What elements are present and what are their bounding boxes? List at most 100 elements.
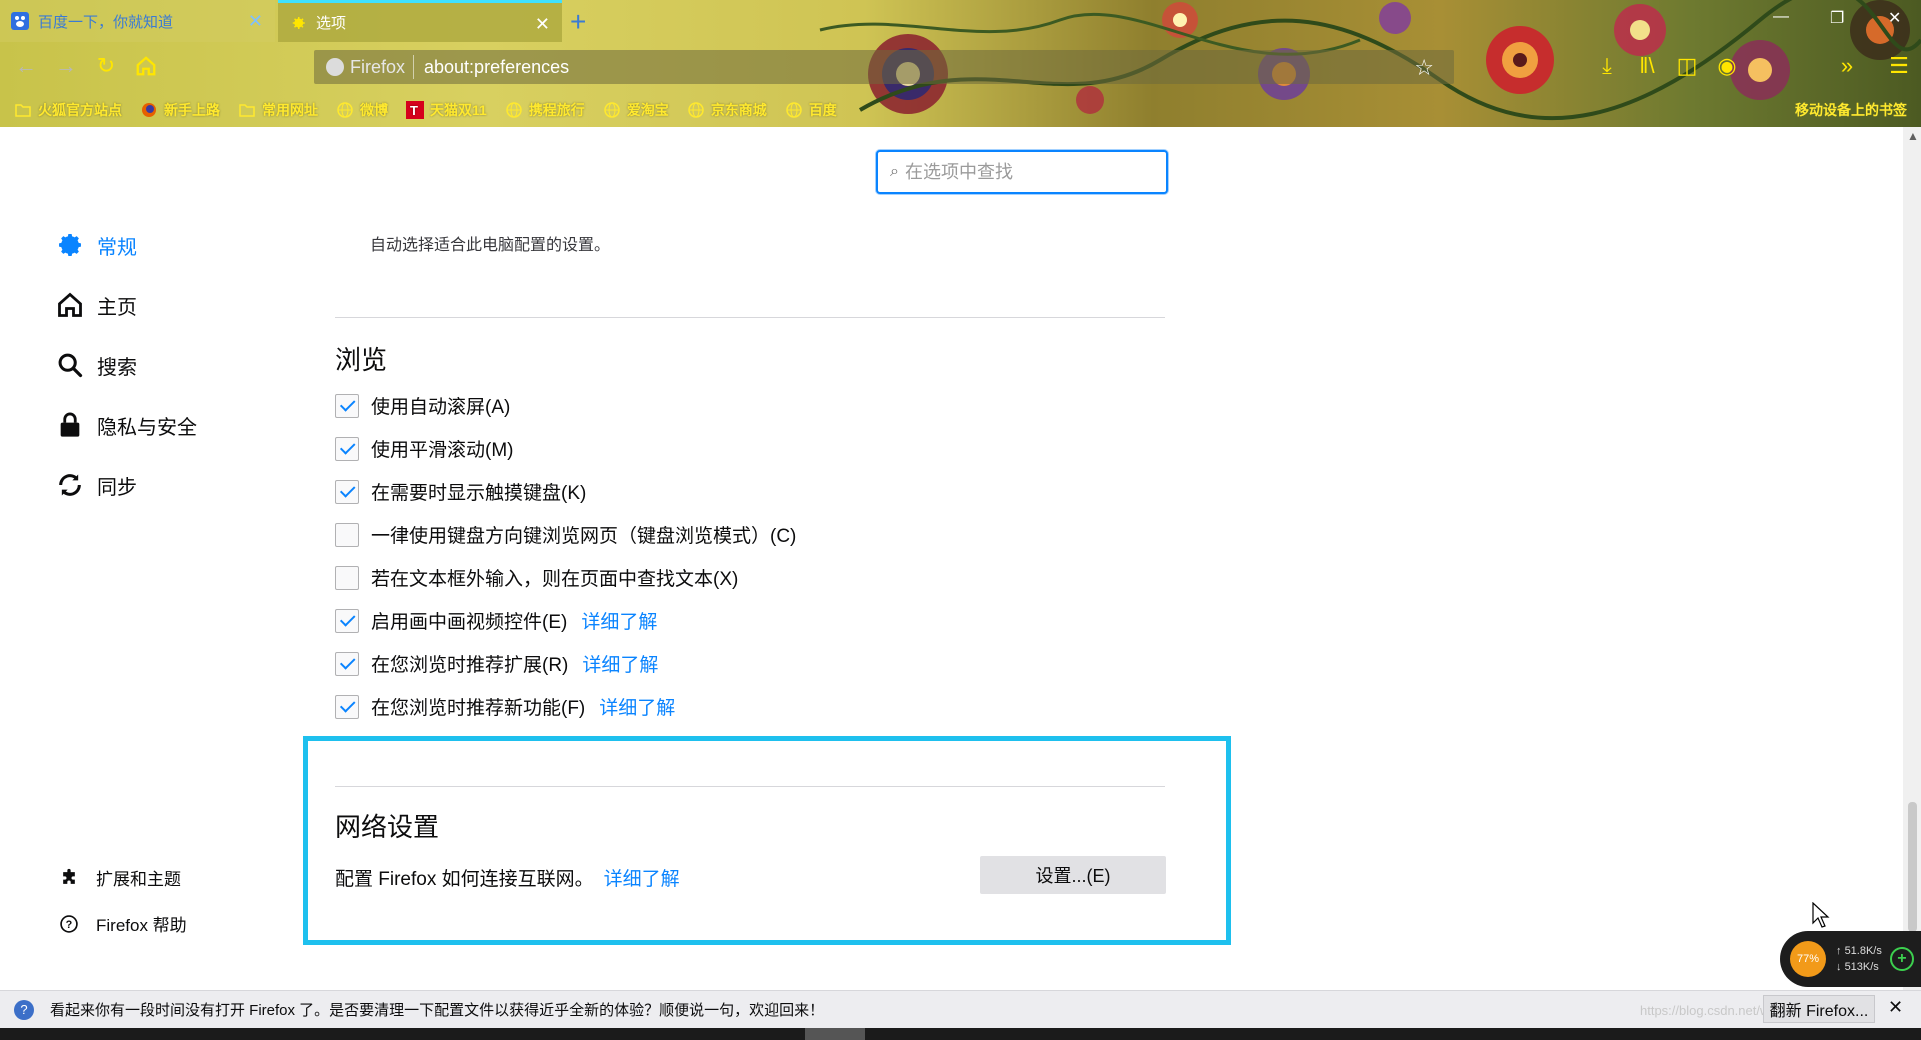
bookmark-item[interactable]: 常用网址 — [238, 100, 318, 120]
library-icon[interactable]: ‖\ — [1633, 52, 1661, 80]
footer-label: Firefox 帮助 — [96, 916, 187, 935]
reload-icon[interactable]: ↻ — [94, 53, 118, 78]
browsing-option[interactable]: 若在文本框外输入，则在页面中查找文本(X) — [335, 564, 738, 591]
browsing-option[interactable]: 启用画中画视频控件(E) 详细了解 — [335, 607, 657, 634]
account-icon[interactable]: ◉ — [1713, 52, 1741, 80]
learn-more-link[interactable]: 详细了解 — [599, 693, 675, 720]
checkbox-checked[interactable] — [335, 436, 359, 461]
browsing-option[interactable]: 使用自动滚屏(A) — [335, 392, 510, 419]
tab-baidu[interactable]: 百度一下，你就知道 ✕ — [0, 0, 275, 42]
sync-icon — [55, 470, 85, 500]
info-icon: ? — [14, 999, 34, 1020]
vertical-scrollbar[interactable]: ▲ — [1903, 127, 1921, 990]
globe-icon — [687, 101, 705, 119]
category-general[interactable]: 常规 — [55, 230, 137, 260]
bookmark-label: 京东商城 — [710, 102, 767, 118]
bookmark-item[interactable]: T 天猫双11 — [406, 100, 487, 120]
upload-arrow-icon: ↑ — [1836, 945, 1845, 957]
upload-speed: 51.8K/s — [1844, 945, 1882, 957]
tab-options[interactable]: 选项 ✕ — [278, 0, 562, 42]
svg-text:?: ? — [66, 919, 73, 931]
bookmark-item[interactable]: 京东商城 — [687, 100, 767, 120]
svg-text:T: T — [410, 103, 418, 118]
network-settings-button[interactable]: 设置...(E) — [980, 856, 1166, 894]
checkbox-checked[interactable] — [335, 694, 359, 719]
bookmark-item[interactable]: 爱淘宝 — [603, 100, 669, 120]
bookmark-item[interactable]: 火狐官方站点 — [14, 100, 122, 120]
close-icon[interactable]: ✕ — [1888, 997, 1903, 1018]
category-sync[interactable]: 同步 — [55, 470, 137, 500]
globe-icon — [603, 101, 621, 119]
option-label[interactable]: 使用自动滚屏(A) — [371, 392, 510, 419]
taskbar-item[interactable] — [805, 1028, 865, 1040]
browsing-option[interactable]: 在您浏览时推荐扩展(R) 详细了解 — [335, 650, 658, 677]
network-speed-widget[interactable]: 77% ↑ 51.8K/s ↓ 513K/s + — [1780, 931, 1921, 987]
option-label[interactable]: 在您浏览时推荐扩展(R) — [371, 650, 568, 677]
home-icon[interactable] — [134, 54, 158, 78]
browsing-option[interactable]: 在您浏览时推荐新功能(F) 详细了解 — [335, 693, 675, 720]
scrollbar-thumb[interactable] — [1908, 802, 1917, 932]
browsing-option[interactable]: 使用平滑滚动(M) — [335, 435, 513, 462]
option-label[interactable]: 在需要时显示触摸键盘(K) — [371, 478, 586, 505]
download-icon[interactable]: ⤓ — [1593, 52, 1621, 80]
option-label[interactable]: 在您浏览时推荐新功能(F) — [371, 693, 585, 720]
learn-more-link[interactable]: 详细了解 — [581, 607, 657, 634]
overflow-chevron-icon[interactable]: » — [1833, 52, 1861, 80]
forward-arrow-icon[interactable]: → — [54, 53, 78, 78]
close-tab-icon[interactable]: ✕ — [535, 14, 550, 35]
close-tab-icon[interactable]: ✕ — [248, 11, 263, 32]
checkbox-unchecked[interactable] — [335, 565, 359, 590]
network-description: 配置 Firefox 如何连接互联网。 — [335, 869, 594, 890]
close-window-icon[interactable]: ✕ — [1888, 8, 1901, 28]
browsing-option[interactable]: 在需要时显示触摸键盘(K) — [335, 478, 586, 505]
preferences-search-box[interactable]: ⌕ — [876, 150, 1168, 194]
back-arrow-icon[interactable]: ← — [14, 53, 38, 78]
scroll-up-arrow-icon[interactable]: ▲ — [1907, 129, 1919, 143]
identity-box[interactable]: Firefox — [314, 55, 415, 79]
url-bar[interactable]: Firefox about:preferences ☆ — [314, 50, 1454, 84]
section-divider — [335, 786, 1165, 787]
restore-icon[interactable]: ❐ — [1830, 8, 1844, 28]
bookmark-item[interactable]: 百度 — [785, 100, 837, 120]
category-label: 主页 — [97, 296, 137, 319]
learn-more-link[interactable]: 详细了解 — [582, 650, 658, 677]
mobile-bookmarks-link[interactable]: 移动设备上的书签 — [1795, 100, 1907, 120]
globe-icon — [336, 101, 354, 119]
url-text[interactable]: about:preferences — [414, 57, 569, 78]
bookmark-item[interactable]: 携程旅行 — [505, 100, 585, 120]
category-home[interactable]: 主页 — [55, 290, 137, 320]
download-arrow-icon: ↓ — [1836, 961, 1845, 973]
checkbox-checked[interactable] — [335, 479, 359, 504]
refresh-firefox-button[interactable]: 翻新 Firefox... — [1763, 995, 1875, 1023]
os-taskbar — [0, 1028, 1921, 1040]
menu-hamburger-icon[interactable]: ☰ — [1885, 52, 1913, 80]
section-divider — [335, 317, 1165, 318]
option-label[interactable]: 一律使用键盘方向键浏览网页（键盘浏览模式）(C) — [371, 521, 796, 548]
browsing-option[interactable]: 一律使用键盘方向键浏览网页（键盘浏览模式）(C) — [335, 521, 796, 548]
network-learn-more-link[interactable]: 详细了解 — [604, 864, 680, 891]
bookmark-label: 常用网址 — [262, 102, 318, 118]
extensions-themes-link[interactable]: 扩展和主题 — [58, 865, 181, 890]
new-tab-button[interactable]: + — [570, 6, 586, 38]
option-label[interactable]: 若在文本框外输入，则在页面中查找文本(X) — [371, 564, 738, 591]
option-label[interactable]: 使用平滑滚动(M) — [371, 435, 513, 462]
baidu-paw-icon — [10, 11, 30, 31]
preferences-search-input[interactable] — [904, 161, 1145, 183]
minimize-icon[interactable]: — — [1773, 8, 1789, 26]
bookmark-item[interactable]: 微博 — [336, 100, 388, 120]
checkbox-checked[interactable] — [335, 608, 359, 633]
performance-note: 自动选择适合此电脑配置的设置。 — [370, 237, 611, 254]
category-search[interactable]: 搜索 — [55, 350, 137, 380]
checkbox-checked[interactable] — [335, 651, 359, 676]
checkbox-checked[interactable] — [335, 393, 359, 418]
firefox-help-link[interactable]: ? Firefox 帮助 — [58, 911, 187, 936]
bookmark-star-icon[interactable]: ☆ — [1414, 55, 1434, 81]
identity-label: Firefox — [350, 56, 406, 77]
boost-plus-icon[interactable]: + — [1889, 947, 1914, 971]
category-privacy[interactable]: 隐私与安全 — [55, 410, 197, 440]
option-label[interactable]: 启用画中画视频控件(E) — [371, 607, 567, 634]
bookmark-item[interactable]: 新手上路 — [140, 100, 220, 120]
puzzle-icon — [58, 867, 80, 889]
sidebar-toggle-icon[interactable]: ◫ — [1673, 52, 1701, 80]
checkbox-unchecked[interactable] — [335, 522, 359, 547]
